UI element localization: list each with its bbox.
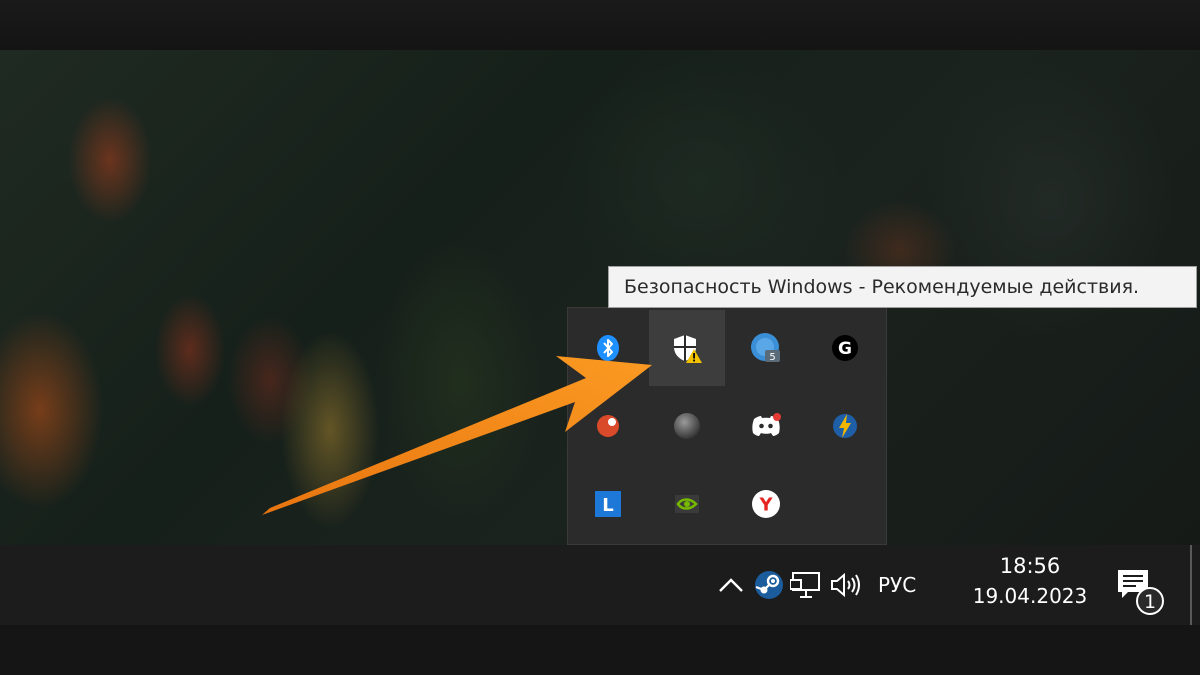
steam-icon[interactable] xyxy=(750,565,788,605)
bottom-dark-band xyxy=(0,625,1200,675)
lingvo-l-icon[interactable]: L xyxy=(570,466,646,542)
notification-count: 1 xyxy=(1144,591,1156,613)
lingvo-l-label: L xyxy=(602,495,613,516)
desktop-screen: 5 G L Y Безопасность Windows - Рекоменду… xyxy=(0,0,1200,675)
network-icon[interactable] xyxy=(788,565,826,605)
volume-icon[interactable] xyxy=(826,565,864,605)
nvidia-icon[interactable] xyxy=(649,466,725,542)
chevron-up-icon[interactable] xyxy=(712,565,750,605)
tray-overflow-panel: 5 G L Y xyxy=(567,307,887,545)
top-dark-band xyxy=(0,0,1200,50)
system-tray: РУС xyxy=(712,545,916,625)
bluetooth-icon[interactable] xyxy=(570,310,646,386)
windows-security-tooltip: Безопасность Windows - Рекомендуемые дей… xyxy=(608,266,1197,308)
notification-icon: 1 xyxy=(1118,570,1164,615)
logitech-g-label: G xyxy=(838,339,852,359)
show-desktop-edge[interactable] xyxy=(1190,545,1192,625)
clock-time: 18:56 xyxy=(999,554,1061,578)
yandex-y-label: Y xyxy=(758,495,773,516)
discord-icon[interactable] xyxy=(728,388,804,464)
yandex-browser-icon[interactable]: Y xyxy=(728,466,804,542)
updater-badge: 5 xyxy=(769,352,775,363)
clock-date: 19.04.2023 xyxy=(972,584,1088,608)
gray-orb-icon[interactable] xyxy=(649,388,725,464)
action-center-button[interactable]: 1 xyxy=(1112,562,1168,618)
red-app-icon[interactable] xyxy=(570,388,646,464)
windows-security-warning-icon[interactable] xyxy=(649,310,725,386)
logitech-g-icon[interactable]: G xyxy=(807,310,883,386)
input-language-indicator[interactable]: РУС xyxy=(878,573,916,597)
updater-icon[interactable]: 5 xyxy=(728,310,804,386)
lightning-app-icon[interactable] xyxy=(807,388,883,464)
taskbar-clock[interactable]: 18:56 19.04.2023 xyxy=(965,548,1095,622)
